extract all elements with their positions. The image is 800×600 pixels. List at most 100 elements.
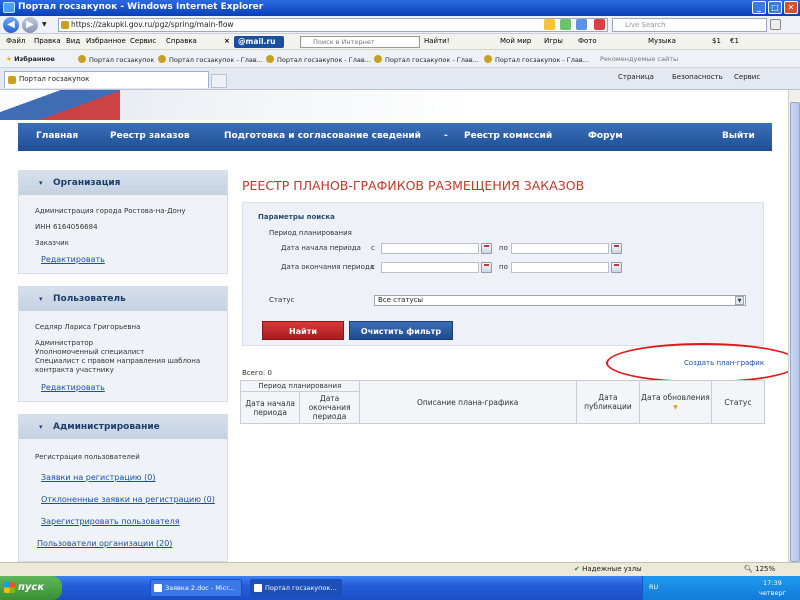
nav-separator: - (444, 131, 448, 141)
menu-favorites[interactable]: Избранное (86, 37, 126, 45)
page-scrollbar[interactable] (788, 90, 800, 562)
new-tab-button[interactable] (211, 74, 227, 88)
back-icon[interactable]: ◀ (3, 17, 19, 33)
edit-organization-link[interactable]: Редактировать (41, 255, 105, 264)
emblem-icon (266, 55, 274, 63)
calendar-icon[interactable] (481, 243, 492, 254)
favorite-item[interactable]: Портал госзакупок (78, 55, 154, 64)
recommended-sites[interactable]: Рекомендуемые сайты (600, 55, 678, 63)
favorite-item[interactable]: Портал госзакупок - Глав... (484, 55, 589, 64)
cmd-page[interactable]: Страница (618, 73, 654, 81)
find-plans-button[interactable]: Найти (262, 321, 344, 340)
maximize-button[interactable]: □ (768, 1, 782, 14)
my-world-link[interactable]: Мой мир (500, 37, 531, 45)
nav-orders-registry[interactable]: Реестр заказов (110, 131, 190, 141)
user-name: Седляр Лариса Григорьевна (35, 323, 141, 331)
edit-user-link[interactable]: Редактировать (41, 383, 105, 392)
start-from-input[interactable] (381, 243, 479, 254)
menu-help[interactable]: Справка (166, 37, 197, 45)
menu-file[interactable]: Файл (6, 37, 25, 45)
zoom-icon: 🔍︎ (744, 565, 756, 573)
rejected-requests-link[interactable]: Отклоненные заявки на регистрацию (0) (41, 495, 215, 504)
organization-role: Заказчик (35, 239, 69, 247)
register-user-link[interactable]: Зарегистрировать пользователя (41, 517, 180, 526)
stop-icon[interactable] (594, 19, 605, 30)
minimize-button[interactable]: _ (752, 1, 766, 14)
user-role: Администратор (35, 339, 94, 347)
favorite-item[interactable]: Портал госзакупок - Глав... (266, 55, 371, 64)
start-to-input[interactable] (511, 243, 609, 254)
live-search-input[interactable]: Live Search (612, 18, 767, 32)
window-titlebar: Портал госзакупок - Windows Internet Exp… (0, 0, 800, 16)
tab-bar: Портал госзакупок Страница Безопасность … (0, 68, 800, 90)
zoom-level[interactable]: 🔍︎ 125% (744, 565, 775, 573)
organization-users-link[interactable]: Пользователи организации (20) (37, 539, 172, 548)
chevron-down-icon: ▼ (735, 296, 744, 305)
col-publication-date[interactable]: Дата публикации (575, 380, 641, 424)
registration-requests-link[interactable]: Заявки на регистрацию (0) (41, 473, 156, 482)
col-start-date[interactable]: Дата начала периода (239, 391, 301, 424)
emblem-icon (374, 55, 382, 63)
find-button[interactable]: Найти! (424, 37, 450, 45)
task-word-document[interactable]: Заявка 2.doc - Micr... (150, 579, 242, 597)
end-from-label: с (371, 263, 375, 271)
menu-bar: Файл Правка Вид Избранное Сервис Справка… (0, 34, 800, 50)
mailru-logo[interactable]: @mail.ru (234, 36, 284, 48)
col-end-date[interactable]: Дата окончания периода (299, 391, 360, 424)
favorites-button[interactable]: ★ Избранное (6, 55, 55, 63)
history-dropdown-icon[interactable]: ▼ (42, 21, 47, 28)
start-button[interactable]: пуск (0, 576, 62, 600)
col-status[interactable]: Статус (710, 380, 766, 424)
end-to-input[interactable] (511, 262, 609, 273)
clock-time[interactable]: 17:39 (763, 579, 782, 587)
favorite-item[interactable]: Портал госзакупок - Глав... (158, 55, 263, 64)
registration-section: Регистрация пользователей (35, 453, 140, 461)
close-toolbar-icon[interactable]: × (224, 37, 230, 45)
close-button[interactable]: ✕ (784, 1, 798, 14)
url-input[interactable]: https://zakupki.gov.ru/pgz/spring/main-f… (58, 18, 608, 32)
organization-name: Администрация города Ростова-на-Дону (35, 207, 186, 215)
menu-tools[interactable]: Сервис (130, 37, 156, 45)
menu-edit[interactable]: Правка (34, 37, 61, 45)
lock-icon[interactable] (544, 19, 555, 30)
task-ie-window[interactable]: Портал госзакупок... (250, 579, 342, 597)
calendar-icon[interactable] (611, 262, 622, 273)
col-update-date[interactable]: Дата обновления ▼ (639, 380, 712, 424)
system-tray: RU 17:39 четверг (642, 576, 800, 600)
col-description[interactable]: Описание плана-графика (358, 380, 577, 424)
calendar-icon[interactable] (481, 262, 492, 273)
refresh-icon[interactable] (576, 19, 587, 30)
emblem-icon (158, 55, 166, 63)
cmd-security[interactable]: Безопасность (672, 73, 723, 81)
status-select[interactable]: Все статусы ▼ (374, 295, 746, 306)
language-indicator[interactable]: RU (649, 583, 658, 591)
cmd-tools[interactable]: Сервис (734, 73, 760, 81)
collapse-icon: ▾ (39, 295, 43, 303)
internet-search-input[interactable]: Поиск в Интернет (300, 36, 420, 48)
forward-icon[interactable]: ▶ (22, 17, 38, 33)
end-to-label: по (499, 263, 508, 271)
menu-view[interactable]: Вид (66, 37, 80, 45)
windows-logo-icon (4, 582, 15, 593)
compatibility-icon[interactable] (560, 19, 571, 30)
nav-preparation[interactable]: Подготовка и согласование сведений (224, 131, 421, 141)
administration-header[interactable]: ▾ Администрирование (19, 415, 227, 439)
organization-header[interactable]: ▾ Организация (19, 171, 227, 195)
scrollbar-thumb[interactable] (790, 102, 800, 562)
nav-home[interactable]: Главная (36, 131, 78, 141)
search-icon[interactable] (770, 19, 781, 30)
favorite-item[interactable]: Портал госзакупок - Глав... (374, 55, 479, 64)
games-link[interactable]: Игры (544, 37, 563, 45)
nav-forum[interactable]: Форум (588, 131, 623, 141)
address-bar: ◀ ▶ ▼ https://zakupki.gov.ru/pgz/spring/… (0, 16, 800, 34)
user-header[interactable]: ▾ Пользователь (19, 287, 227, 311)
photo-link[interactable]: Фото (578, 37, 597, 45)
music-link[interactable]: Музыка (648, 37, 676, 45)
nav-logout[interactable]: Выйти (722, 131, 755, 141)
start-from-label: с (371, 244, 375, 252)
nav-commissions[interactable]: Реестр комиссий (464, 131, 552, 141)
end-from-input[interactable] (381, 262, 479, 273)
calendar-icon[interactable] (611, 243, 622, 254)
clear-filter-button[interactable]: Очистить фильтр (349, 321, 453, 340)
tab-portal[interactable]: Портал госзакупок (4, 71, 209, 88)
